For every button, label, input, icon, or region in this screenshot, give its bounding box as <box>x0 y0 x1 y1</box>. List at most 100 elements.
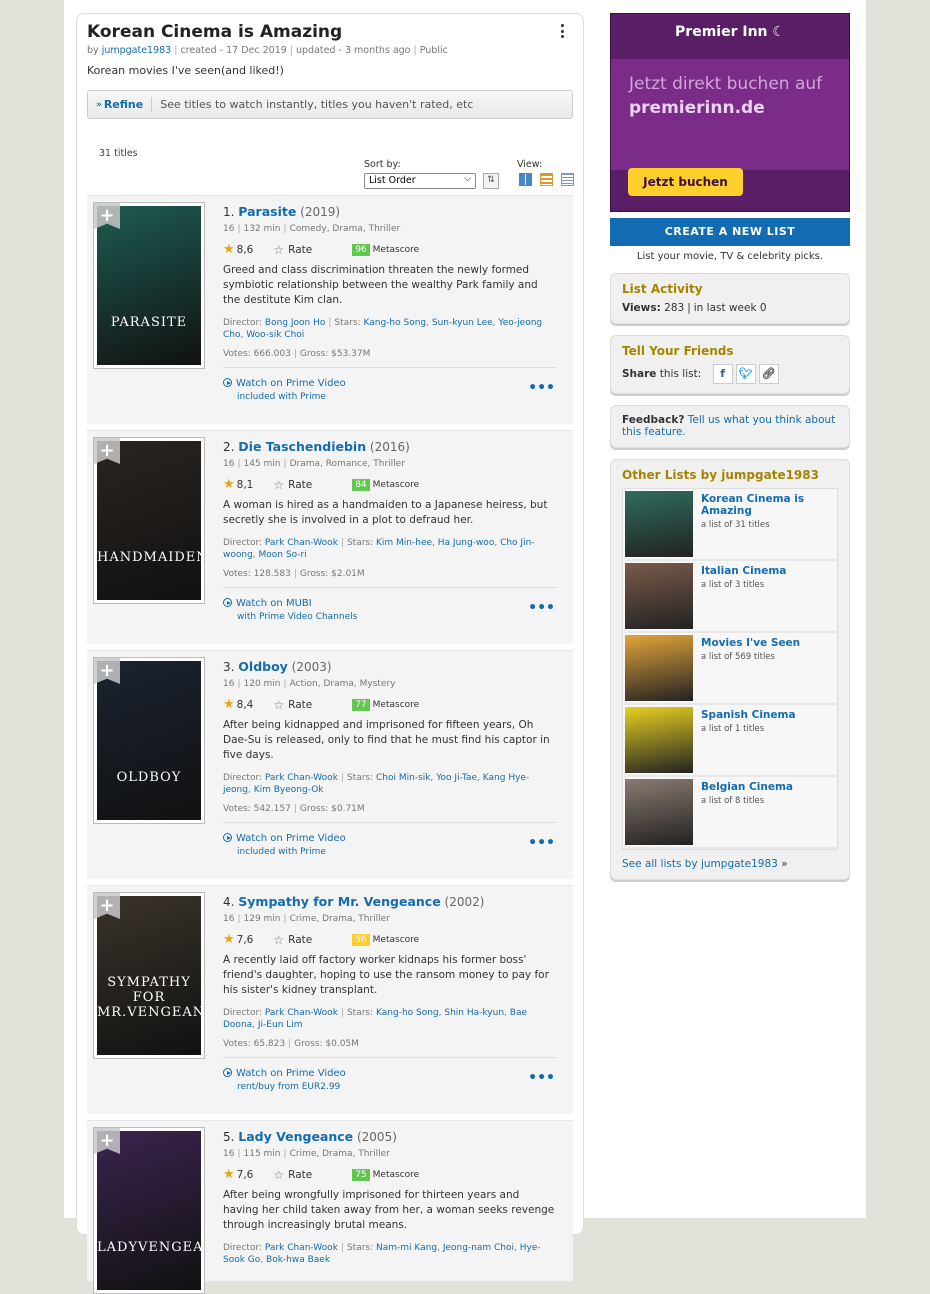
sort-direction-icon[interactable]: ⇅ <box>483 173 499 189</box>
compact-view-icon[interactable] <box>561 173 574 186</box>
watch-link[interactable]: Watch on Prime Video <box>236 378 346 389</box>
plot-summary: A woman is hired as a handmaiden to a Ja… <box>223 499 548 526</box>
watch-link[interactable]: Watch on MUBI <box>236 598 312 609</box>
star-link[interactable]: Yoo Ji-Tae <box>436 773 477 783</box>
list-description: Korean movies I've seen(and liked!) <box>87 64 284 77</box>
movie-poster[interactable]: LADYVENGEANCE + <box>93 1127 205 1294</box>
movie-title-link[interactable]: Sympathy for Mr. Vengeance <box>238 894 440 909</box>
metascore-badge: 77 <box>352 698 370 711</box>
star-link[interactable]: Kim Min-hee <box>376 538 432 548</box>
detailed-view-icon[interactable] <box>540 173 553 186</box>
more-watch-options-icon[interactable]: ••• <box>528 1070 555 1086</box>
list-thumbnail[interactable] <box>625 779 693 845</box>
movie-title-link[interactable]: Oldboy <box>238 659 288 674</box>
more-watch-options-icon[interactable]: ••• <box>528 380 555 396</box>
link-icon[interactable]: 🔗︎ <box>758 364 779 384</box>
movie-poster[interactable]: HANDMAIDEN + <box>93 437 205 604</box>
other-list-item[interactable]: Movies I've Seen a list of 569 titles <box>623 633 837 705</box>
see-all-lists-link[interactable]: See all lists by jumpgate1983 <box>622 858 778 870</box>
page: Korean Cinema is Amazing by jumpgate1983… <box>64 0 866 1294</box>
play-icon <box>223 1068 232 1077</box>
star-link[interactable]: Kang-ho Song <box>376 1008 439 1018</box>
list-author-link[interactable]: jumpgate1983 <box>102 45 172 56</box>
ad-cta-button[interactable]: Jetzt buchen <box>628 168 743 196</box>
director-link[interactable]: Park Chan-Wook <box>265 538 338 548</box>
ad-banner[interactable]: Premier Inn ☾ Jetzt direkt buchen auf pr… <box>610 13 850 212</box>
movie-poster[interactable]: OLDBOY + <box>93 657 205 824</box>
votes-gross: Votes: 542.157 | Gross: $0.71M <box>223 804 557 823</box>
other-list-item[interactable]: Italian Cinema a list of 3 titles <box>623 561 837 633</box>
other-list-name[interactable]: Italian Cinema <box>701 565 821 577</box>
star-outline-icon[interactable]: ☆ <box>273 243 284 257</box>
poster-title: HANDMAIDEN <box>97 550 201 566</box>
star-link[interactable]: Ji-Eun Lim <box>258 1020 303 1030</box>
twitter-icon[interactable]: 🐦︎ <box>735 364 756 384</box>
other-list-item[interactable]: Korean Cinema is Amazing a list of 31 ti… <box>623 489 837 561</box>
more-watch-options-icon[interactable]: ••• <box>528 600 555 616</box>
list-thumbnail[interactable] <box>625 491 693 557</box>
grid-view-icon[interactable] <box>519 173 532 186</box>
star-link[interactable]: Kang-ho Song <box>363 318 426 328</box>
star-outline-icon[interactable]: ☆ <box>273 698 284 712</box>
director-link[interactable]: Park Chan-Wook <box>265 1243 338 1253</box>
rate-button[interactable]: Rate <box>288 244 312 256</box>
credits: Director: Park Chan-Wook | Stars: Nam-mi K… <box>223 1243 541 1265</box>
watch-link[interactable]: Watch on Prime Video <box>236 1068 346 1079</box>
sidebar: Premier Inn ☾ Jetzt direkt buchen auf pr… <box>610 13 850 880</box>
other-list-count: a list of 569 titles <box>701 652 775 662</box>
director-link[interactable]: Park Chan-Wook <box>265 773 338 783</box>
credits: Director: Park Chan-Wook | Stars: Choi Min… <box>223 773 530 795</box>
star-link[interactable]: Jeong-nam Choi <box>443 1243 514 1253</box>
metascore-badge: 96 <box>352 243 370 256</box>
watch-option: Watch on Prime Video rent/buy from EUR2.… <box>223 1066 557 1114</box>
create-list-button[interactable]: CREATE A NEW LIST <box>610 218 850 246</box>
ratings-row: ★ 7,6 ☆ Rate 56 Metascore <box>223 932 557 947</box>
movie-title-link[interactable]: Die Taschendiebin <box>238 439 366 454</box>
star-link[interactable]: Woo-sik Choi <box>246 330 304 340</box>
votes-gross: Votes: 65.823 | Gross: $0.05M <box>223 1039 557 1058</box>
watch-link[interactable]: Watch on Prime Video <box>236 833 346 844</box>
star-outline-icon[interactable]: ☆ <box>273 933 284 947</box>
sort-select[interactable]: List Order ⌵ <box>364 173 476 189</box>
refine-button[interactable]: » Refine <box>88 97 153 112</box>
other-list-item[interactable]: Belgian Cinema a list of 8 titles <box>623 777 837 849</box>
star-outline-icon[interactable]: ☆ <box>273 478 284 492</box>
list-thumbnail[interactable] <box>625 707 693 773</box>
star-link[interactable]: Nam-mi Kang <box>376 1243 437 1253</box>
list-thumbnail[interactable] <box>625 635 693 701</box>
more-options-icon[interactable] <box>555 24 569 40</box>
other-list-name[interactable]: Belgian Cinema <box>701 781 821 793</box>
movie-title-link[interactable]: Parasite <box>238 204 296 219</box>
star-link[interactable]: Ha Jung-woo <box>438 538 495 548</box>
list-activity-box: List Activity Views: 283 | in last week 0 <box>610 273 850 324</box>
movie-title-link[interactable]: Lady Vengeance <box>238 1129 353 1144</box>
star-link[interactable]: Moon So-ri <box>259 550 307 560</box>
movie-poster[interactable]: SYMPATHY FOR MR.VENGEANCE + <box>93 892 205 1059</box>
list-thumbnail[interactable] <box>625 563 693 629</box>
star-link[interactable]: Shin Ha-kyun <box>444 1008 504 1018</box>
facebook-icon[interactable]: f <box>712 364 733 384</box>
rate-button[interactable]: Rate <box>288 699 312 711</box>
other-list-name[interactable]: Spanish Cinema <box>701 709 821 721</box>
rate-button[interactable]: Rate <box>288 479 312 491</box>
plot-summary: After being wrongfully imprisoned for th… <box>223 1189 555 1231</box>
star-link[interactable]: Kim Byeong-Ok <box>254 785 324 795</box>
metascore-label: Metascore <box>372 1169 420 1180</box>
director-link[interactable]: Bong Joon Ho <box>265 318 325 328</box>
play-icon <box>223 378 232 387</box>
other-list-name[interactable]: Korean Cinema is Amazing <box>701 493 821 517</box>
star-outline-icon[interactable]: ☆ <box>273 1168 284 1182</box>
title-line: 1. Parasite (2019) <box>223 204 341 219</box>
other-list-count: a list of 1 titles <box>701 724 765 734</box>
rate-button[interactable]: Rate <box>288 1169 312 1181</box>
star-link[interactable]: Sun-kyun Lee <box>432 318 493 328</box>
star-link[interactable]: Choi Min-sik <box>376 773 430 783</box>
director-link[interactable]: Park Chan-Wook <box>265 1008 338 1018</box>
other-list-name[interactable]: Movies I've Seen <box>701 637 821 649</box>
star-link[interactable]: Bok-hwa Baek <box>266 1255 330 1265</box>
more-watch-options-icon[interactable]: ••• <box>528 835 555 851</box>
ratings-row: ★ 7,6 ☆ Rate 75 Metascore <box>223 1167 557 1182</box>
movie-poster[interactable]: PARASITE + <box>93 202 205 369</box>
rate-button[interactable]: Rate <box>288 934 312 946</box>
other-list-item[interactable]: Spanish Cinema a list of 1 titles <box>623 705 837 777</box>
